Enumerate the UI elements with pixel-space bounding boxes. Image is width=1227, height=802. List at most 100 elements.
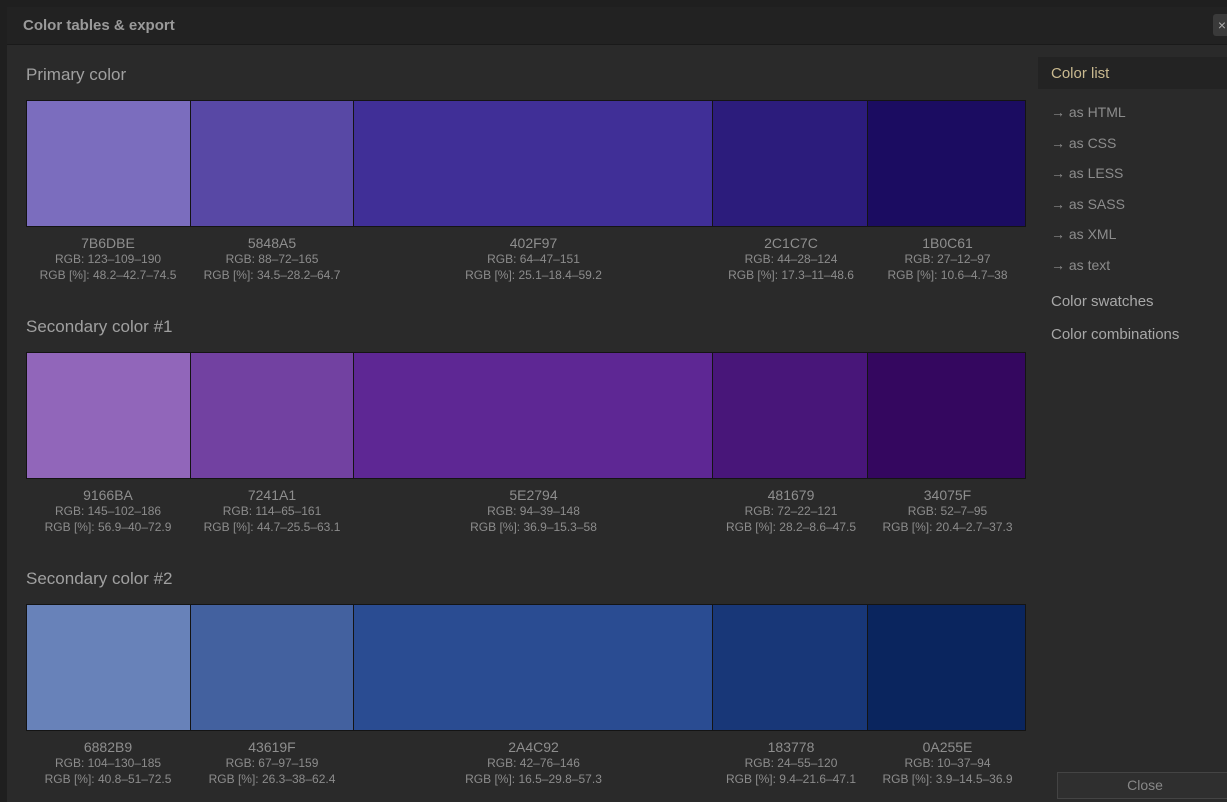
color-swatch	[868, 101, 1025, 226]
hex-value: 2C1C7C	[764, 235, 818, 251]
swatch-label: 2A4C92 RGB: 42–76–146 RGB [%]: 16.5–29.8…	[354, 739, 713, 787]
rgb-percent-value: RGB [%]: 40.8–51–72.5	[44, 772, 172, 786]
rgb-percent-value: RGB [%]: 17.3–11–48.6	[728, 268, 854, 282]
swatch-label: 34075F RGB: 52–7–95 RGB [%]: 20.4–2.7–37…	[869, 487, 1026, 535]
swatch-labels: 6882B9 RGB: 104–130–185 RGB [%]: 40.8–51…	[26, 739, 1026, 787]
color-swatch	[868, 353, 1025, 478]
rgb-value: RGB: 27–12–97	[904, 252, 991, 266]
color-swatch	[27, 605, 191, 730]
hex-value: 5E2794	[509, 487, 558, 503]
swatch-labels: 9166BA RGB: 145–102–186 RGB [%]: 56.9–40…	[26, 487, 1026, 535]
hex-value: 0A255E	[922, 739, 973, 755]
swatch-labels: 7B6DBE RGB: 123–109–190 RGB [%]: 48.2–42…	[26, 235, 1026, 283]
swatch-label: 183778 RGB: 24–55–120 RGB [%]: 9.4–21.6–…	[713, 739, 869, 787]
rgb-value: RGB: 145–102–186	[54, 504, 162, 518]
color-swatch	[712, 101, 869, 226]
hex-value: 43619F	[248, 739, 296, 755]
dialog-title: Color tables & export	[23, 17, 175, 34]
section-title: Secondary color #1	[26, 317, 173, 336]
rgb-percent-value: RGB [%]: 20.4–2.7–37.3	[882, 520, 1013, 534]
export-as-less[interactable]: → as LESS	[1051, 165, 1123, 181]
rgb-value: RGB: 123–109–190	[54, 252, 162, 266]
swatch-strip	[26, 100, 1026, 227]
sidebar-item-color-swatches[interactable]: Color swatches	[1051, 293, 1154, 310]
rgb-percent-value: RGB [%]: 26.3–38–62.4	[208, 772, 336, 786]
swatch-label: 0A255E RGB: 10–37–94 RGB [%]: 3.9–14.5–3…	[869, 739, 1026, 787]
color-tables-panel: Primary color 7B6DBE RGB: 123–109–190 RG…	[7, 45, 1037, 802]
export-as-text[interactable]: → as text	[1051, 257, 1110, 273]
color-swatch	[354, 101, 713, 226]
sidebar-item-color-combinations[interactable]: Color combinations	[1051, 326, 1179, 343]
color-swatch	[354, 605, 713, 730]
color-swatch	[868, 605, 1025, 730]
swatch-strip	[26, 352, 1026, 479]
sidebar-item-color-list[interactable]: Color list	[1038, 57, 1227, 89]
swatch-label: 6882B9 RGB: 104–130–185 RGB [%]: 40.8–51…	[26, 739, 190, 787]
hex-value: 6882B9	[83, 739, 133, 755]
sidebar-menu: Color list → as HTML → as CSS → as LESS …	[1038, 45, 1227, 802]
rgb-percent-value: RGB [%]: 10.6–4.7–38	[887, 268, 1008, 282]
rgb-percent-value: RGB [%]: 9.4–21.6–47.1	[725, 772, 857, 786]
rgb-value: RGB: 42–76–146	[487, 756, 580, 770]
hex-value: 481679	[767, 487, 815, 503]
rgb-percent-value: RGB [%]: 16.5–29.8–57.3	[465, 772, 602, 786]
color-swatch	[27, 101, 191, 226]
swatch-label: 7B6DBE RGB: 123–109–190 RGB [%]: 48.2–42…	[26, 235, 190, 283]
rgb-value: RGB: 64–47–151	[487, 252, 580, 266]
swatch-label: 7241A1 RGB: 114–65–161 RGB [%]: 44.7–25.…	[190, 487, 354, 535]
color-swatch	[190, 353, 355, 478]
rgb-value: RGB: 104–130–185	[54, 756, 162, 770]
export-as-css[interactable]: → as CSS	[1051, 135, 1116, 151]
rgb-percent-value: RGB [%]: 48.2–42.7–74.5	[39, 268, 177, 282]
swatch-strip	[26, 604, 1026, 731]
swatch-label: 1B0C61 RGB: 27–12–97 RGB [%]: 10.6–4.7–3…	[869, 235, 1026, 283]
swatch-label: 5848A5 RGB: 88–72–165 RGB [%]: 34.5–28.2…	[190, 235, 354, 283]
section-title: Secondary color #2	[26, 569, 173, 588]
rgb-percent-value: RGB [%]: 34.5–28.2–64.7	[203, 268, 341, 282]
rgb-value: RGB: 67–97–159	[225, 756, 319, 770]
rgb-value: RGB: 114–65–161	[222, 504, 322, 518]
export-as-xml[interactable]: → as XML	[1051, 226, 1116, 242]
color-swatch	[354, 353, 713, 478]
swatch-label: 2C1C7C RGB: 44–28–124 RGB [%]: 17.3–11–4…	[713, 235, 869, 283]
rgb-percent-value: RGB [%]: 3.9–14.5–36.9	[882, 772, 1013, 786]
dialog-window: Color tables & export × Primary color 7B…	[7, 7, 1227, 802]
export-as-html[interactable]: → as HTML	[1051, 104, 1126, 120]
rgb-percent-value: RGB [%]: 25.1–18.4–59.2	[465, 268, 602, 282]
hex-value: 183778	[767, 739, 815, 755]
hex-value: 7241A1	[247, 487, 297, 503]
hex-value: 7B6DBE	[81, 235, 135, 251]
close-button[interactable]: Close	[1057, 772, 1227, 799]
export-as-sass[interactable]: → as SASS	[1051, 196, 1125, 212]
hex-value: 402F97	[509, 235, 558, 251]
rgb-value: RGB: 94–39–148	[487, 504, 580, 518]
hex-value: 34075F	[923, 487, 972, 503]
rgb-value: RGB: 52–7–95	[907, 504, 988, 518]
rgb-value: RGB: 10–37–94	[904, 756, 991, 770]
swatch-label: 402F97 RGB: 64–47–151 RGB [%]: 25.1–18.4…	[354, 235, 713, 283]
rgb-percent-value: RGB [%]: 36.9–15.3–58	[470, 520, 597, 534]
rgb-value: RGB: 72–22–121	[744, 504, 838, 518]
rgb-value: RGB: 44–28–124	[744, 252, 838, 266]
color-swatch	[27, 353, 191, 478]
hex-value: 2A4C92	[508, 739, 559, 755]
rgb-percent-value: RGB [%]: 44.7–25.5–63.1	[203, 520, 341, 534]
color-swatch	[712, 605, 869, 730]
rgb-value: RGB: 24–55–120	[744, 756, 838, 770]
titlebar: Color tables & export ×	[7, 7, 1227, 45]
close-icon[interactable]: ×	[1213, 14, 1227, 36]
rgb-value: RGB: 88–72–165	[225, 252, 319, 266]
color-swatch	[190, 605, 355, 730]
hex-value: 5848A5	[247, 235, 297, 251]
swatch-label: 481679 RGB: 72–22–121 RGB [%]: 28.2–8.6–…	[713, 487, 869, 535]
rgb-percent-value: RGB [%]: 28.2–8.6–47.5	[725, 520, 857, 534]
color-swatch	[712, 353, 869, 478]
swatch-label: 5E2794 RGB: 94–39–148 RGB [%]: 36.9–15.3…	[354, 487, 713, 535]
color-swatch	[190, 101, 355, 226]
swatch-label: 43619F RGB: 67–97–159 RGB [%]: 26.3–38–6…	[190, 739, 354, 787]
swatch-label: 9166BA RGB: 145–102–186 RGB [%]: 56.9–40…	[26, 487, 190, 535]
sidebar-heading: Color list	[1051, 65, 1110, 82]
hex-value: 1B0C61	[922, 235, 973, 251]
section-title: Primary color	[26, 65, 127, 84]
hex-value: 9166BA	[83, 487, 133, 503]
